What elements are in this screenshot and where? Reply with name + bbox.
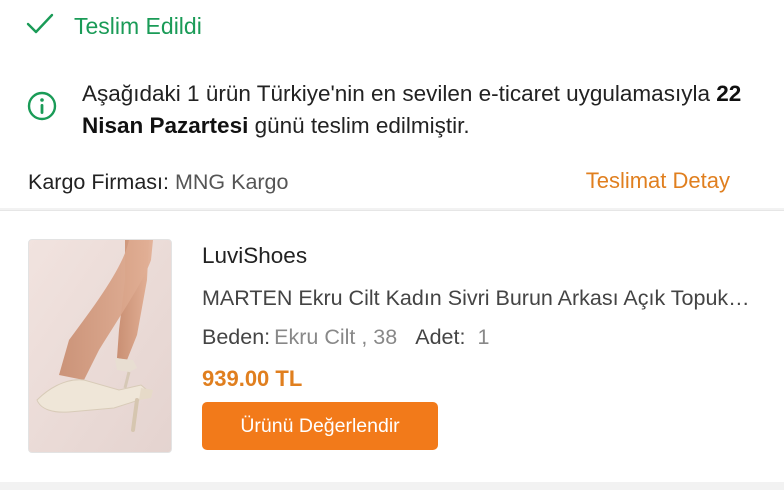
- size-label: Beden:: [202, 325, 271, 349]
- cargo-label: Kargo Firması:: [28, 170, 169, 194]
- product-attributes: Beden: Ekru Cilt , 38 Adet: 1: [202, 325, 489, 350]
- delivery-notice: Aşağıdaki 1 ürün Türkiye'nin en sevilen …: [26, 78, 766, 142]
- delivery-status-section: Teslim Edildi Aşağıdaki 1 ürün Türkiye'n…: [0, 0, 784, 208]
- cargo-company: Kargo Firması: MNG Kargo: [28, 170, 288, 195]
- product-price: 939.00 TL: [202, 366, 303, 391]
- quantity-value: 1: [477, 325, 490, 349]
- status-label: Teslim Edildi: [74, 12, 202, 39]
- check-icon: [26, 12, 54, 41]
- quantity-label: Adet:: [415, 325, 466, 349]
- info-icon: [26, 90, 58, 122]
- product-card: LuviShoes MARTEN Ekru Cilt Kadın Sivri B…: [0, 210, 784, 482]
- seller-name[interactable]: LuviShoes: [202, 243, 307, 269]
- delivery-detail-link[interactable]: Teslimat Detay: [586, 168, 730, 194]
- notice-text-before: Aşağıdaki 1 ürün Türkiye'nin en sevilen …: [82, 81, 717, 106]
- rate-product-button[interactable]: Ürünü Değerlendir: [202, 402, 438, 450]
- notice-text: Aşağıdaki 1 ürün Türkiye'nin en sevilen …: [82, 78, 766, 142]
- product-name[interactable]: MARTEN Ekru Cilt Kadın Sivri Burun Arkas…: [202, 286, 752, 311]
- size-value: Ekru Cilt , 38: [274, 325, 398, 349]
- delivery-status: Teslim Edildi: [26, 8, 202, 44]
- notice-text-after: günü teslim edilmiştir.: [248, 113, 470, 138]
- product-image[interactable]: [28, 239, 172, 453]
- cargo-value: MNG Kargo: [174, 170, 289, 194]
